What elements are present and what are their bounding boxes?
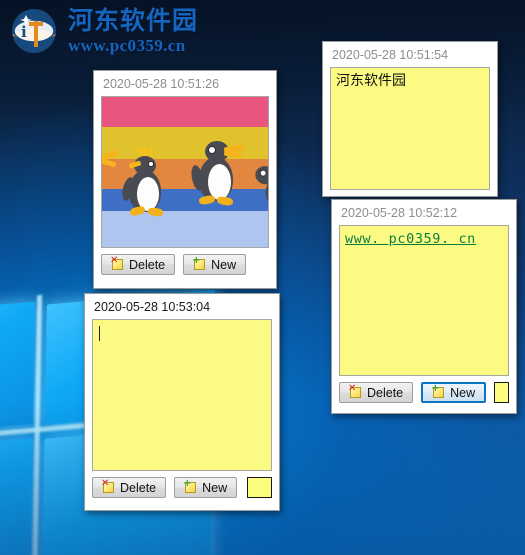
text-caret	[99, 326, 100, 341]
penguin	[120, 145, 179, 218]
new-button-label: New	[450, 385, 476, 400]
new-note-icon: +	[431, 384, 445, 399]
new-button-label: New	[211, 257, 237, 272]
delete-note-icon: ✕	[348, 384, 362, 399]
note-button-row: ✕ Delete + New	[332, 376, 516, 410]
sticky-note-window[interactable]: 2020-05-28 10:53:04 ✕ Delete + New	[84, 293, 280, 511]
note-button-row: ✕ Delete + New	[85, 471, 279, 505]
penguins-picture	[102, 97, 268, 247]
note-button-row: ✕ Delete + New	[94, 248, 276, 282]
delete-button-label: Delete	[129, 257, 166, 272]
delete-button[interactable]: ✕ Delete	[339, 382, 414, 403]
note-timestamp: 2020-05-28 10:52:12	[341, 206, 458, 220]
penguin	[189, 139, 251, 211]
new-note-icon: +	[192, 256, 206, 271]
note-content-area[interactable]: www. pc0359. cn	[339, 225, 509, 376]
delete-button[interactable]: ✕ Delete	[101, 254, 176, 275]
note-content-area[interactable]: 河东软件园	[330, 67, 490, 190]
delete-button[interactable]: ✕ Delete	[92, 477, 167, 498]
note-content-area[interactable]	[92, 319, 272, 471]
note-text[interactable]: 河东软件园	[331, 68, 489, 94]
new-note-icon: +	[183, 479, 197, 494]
note-timestamp: 2020-05-28 10:51:54	[332, 48, 449, 62]
sticky-note-window[interactable]: 2020-05-28 10:51:26 ✕ Delete + New	[93, 70, 277, 289]
delete-note-icon: ✕	[110, 256, 124, 271]
logo-pane	[0, 301, 35, 437]
color-swatch-button[interactable]	[494, 382, 509, 403]
new-button-label: New	[202, 480, 228, 495]
note-timestamp: 2020-05-28 10:51:26	[103, 77, 220, 91]
note-text[interactable]	[93, 320, 271, 328]
note-content-area[interactable]	[101, 96, 269, 248]
new-button[interactable]: + New	[183, 254, 247, 275]
logo-pane	[0, 437, 33, 555]
new-button[interactable]: + New	[174, 477, 238, 498]
penguin	[102, 149, 122, 175]
color-swatch-button[interactable]	[247, 477, 272, 498]
delete-button-label: Delete	[367, 385, 404, 400]
delete-button-label: Delete	[120, 480, 157, 495]
delete-note-icon: ✕	[101, 479, 115, 494]
new-button[interactable]: + New	[421, 382, 487, 403]
image-band	[102, 97, 268, 127]
note-timestamp: 2020-05-28 10:53:04	[94, 300, 211, 314]
note-text[interactable]: www. pc0359. cn	[340, 226, 508, 252]
sticky-note-window[interactable]: 2020-05-28 10:51:54 河东软件园	[322, 41, 498, 197]
sticky-note-window[interactable]: 2020-05-28 10:52:12 www. pc0359. cn ✕ De…	[331, 199, 517, 414]
